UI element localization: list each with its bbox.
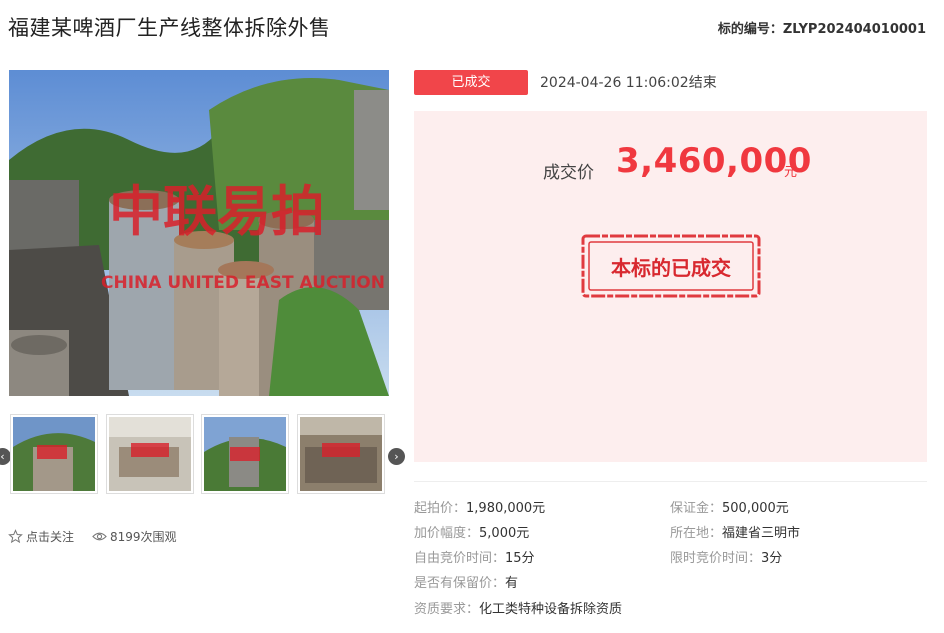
final-price-value: 3,460,000: [616, 141, 812, 181]
deposit: 保证金：500,000元: [670, 497, 789, 516]
thumbnail-next-button[interactable]: ›: [388, 448, 405, 465]
free-bid-value: 15分: [505, 551, 535, 566]
thumbnail-2[interactable]: [106, 414, 194, 494]
qualification-label: 资质要求：: [414, 602, 480, 617]
page-header: 福建某啤酒厂生产线整体拆除外售 标的编号：ZLYP202404010001: [0, 0, 944, 56]
thumbnail-3[interactable]: [201, 414, 289, 494]
qualification-value: 化工类特种设备拆除资质: [479, 602, 623, 617]
increment-label: 加价幅度：: [414, 526, 480, 541]
sold-stamp-text: 本标的已成交: [611, 256, 731, 280]
start-price-value: 1,980,000元: [466, 501, 546, 516]
thumbnail-1-image: [13, 417, 95, 491]
lot-number-value: ZLYP202404010001: [782, 22, 926, 37]
eye-icon: [92, 532, 107, 541]
main-photo-image: 中联易拍 CHINA UNITED EAST AUCTION: [9, 70, 389, 396]
final-price-unit: 元: [784, 165, 798, 180]
views-count: 8199次围观: [92, 528, 177, 545]
limited-bid-label: 限时竞价时间：: [670, 551, 762, 566]
thumbnail-4-image: [300, 417, 382, 491]
reserve-value: 有: [505, 576, 519, 591]
page-title: 福建某啤酒厂生产线整体拆除外售: [8, 16, 331, 40]
thumbnail-3-image: [204, 417, 286, 491]
deposit-label: 保证金：: [670, 501, 723, 516]
free-bid-label: 自由竞价时间：: [414, 551, 506, 566]
watermark-cn: 中联易拍: [109, 180, 325, 243]
limited-bid-time: 限时竞价时间：3分: [670, 547, 782, 566]
location-value: 福建省三明市: [722, 526, 801, 541]
main-photo[interactable]: 中联易拍 CHINA UNITED EAST AUCTION: [9, 70, 389, 396]
status-badge: 已成交: [414, 70, 528, 95]
price-panel: 成交价 3,460,000 元 本标的已成交: [414, 111, 927, 462]
deposit-value: 500,000元: [722, 501, 789, 516]
star-icon: [8, 529, 23, 544]
reserve-price: 是否有保留价：有: [414, 572, 518, 591]
increment-value: 5,000元: [479, 526, 530, 541]
qualification: 资质要求：化工类特种设备拆除资质: [414, 598, 622, 617]
increment: 加价幅度：5,000元: [414, 522, 529, 541]
location-label: 所在地：: [670, 526, 723, 541]
follow-label: 点击关注: [26, 530, 75, 544]
limited-bid-value: 3分: [761, 551, 783, 566]
reserve-label: 是否有保留价：: [414, 576, 506, 591]
thumbnail-1[interactable]: [10, 414, 98, 494]
watermark-en: CHINA UNITED EAST AUCTION: [101, 273, 385, 293]
location: 所在地：福建省三明市: [670, 522, 800, 541]
thumbnail-2-image: [109, 417, 191, 491]
views-label: 8199次围观: [110, 530, 177, 544]
lot-number-label: 标的编号：: [717, 22, 783, 37]
divider: [414, 481, 927, 482]
lot-number: 标的编号：ZLYP202404010001: [718, 18, 926, 37]
sold-stamp: 本标的已成交: [581, 234, 761, 298]
end-time: 2024-04-26 11:06:02结束: [540, 75, 717, 91]
start-price-label: 起拍价：: [414, 501, 467, 516]
final-price-label: 成交价: [543, 163, 594, 183]
free-bid-time: 自由竞价时间：15分: [414, 547, 535, 566]
follow-button[interactable]: 点击关注: [8, 528, 74, 545]
thumbnail-4[interactable]: [297, 414, 385, 494]
thumbnail-strip: ‹ ›: [0, 410, 410, 500]
start-price: 起拍价：1,980,000元: [414, 497, 545, 516]
